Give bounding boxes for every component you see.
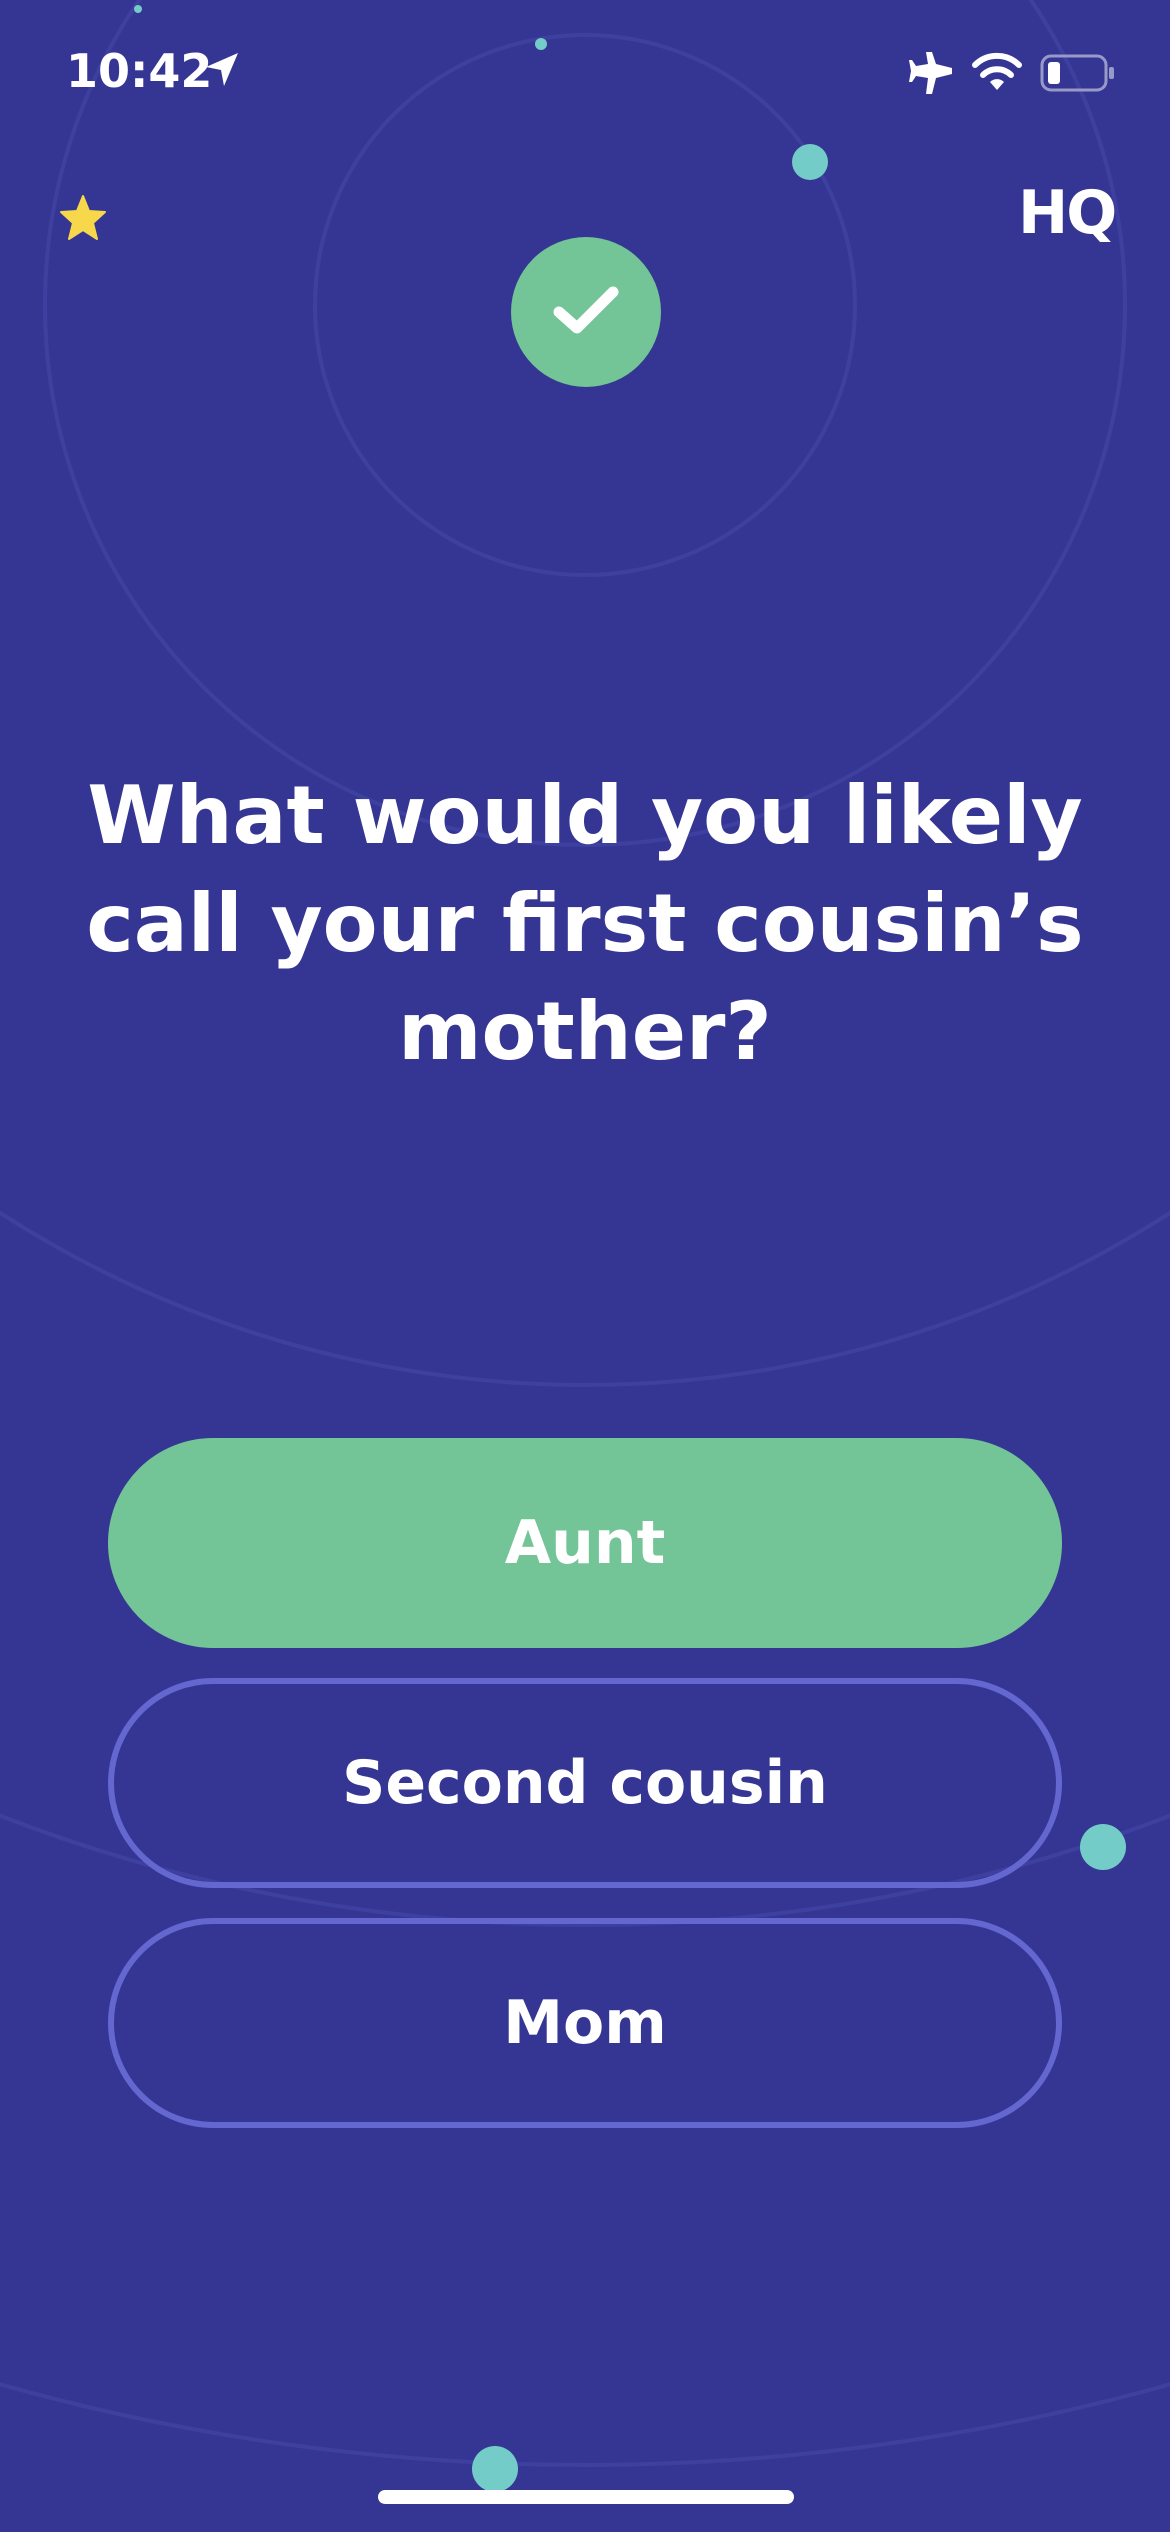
airplane-icon [909, 52, 952, 94]
status-time: 10:42 [66, 44, 213, 98]
hq-logo: HQ [1018, 178, 1117, 248]
question-text: What would you likely call your first co… [86, 769, 1084, 1078]
battery-icon [1040, 54, 1114, 92]
home-indicator[interactable] [378, 2490, 794, 2504]
decorative-dot [1080, 1824, 1126, 1870]
location-arrow-icon [206, 53, 238, 86]
decorative-dot [472, 2446, 518, 2492]
answer-option[interactable]: Mom [108, 1918, 1062, 2128]
answer-label: Second cousin [342, 1748, 828, 1818]
star-icon[interactable] [58, 194, 108, 242]
answer-option-correct[interactable]: Aunt [108, 1438, 1062, 1648]
wifi-icon [972, 52, 1022, 90]
checkmark-icon [553, 286, 619, 334]
answer-label: Aunt [504, 1508, 666, 1578]
answer-list: Aunt Second cousin Mom [108, 1438, 1062, 2158]
status-bar: 10:42 [0, 0, 1170, 150]
answer-label: Mom [503, 1988, 667, 2058]
correct-badge [511, 237, 661, 387]
answer-option[interactable]: Second cousin [108, 1678, 1062, 1888]
